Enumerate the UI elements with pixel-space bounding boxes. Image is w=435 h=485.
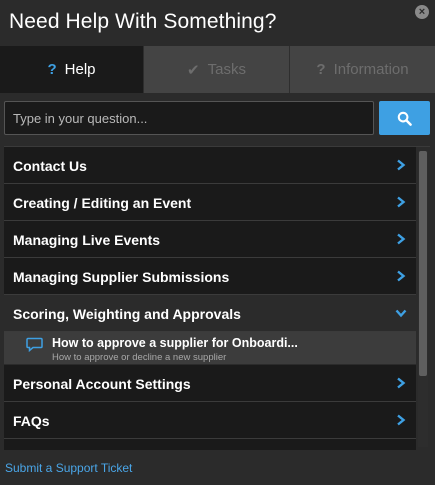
speech-bubble-icon <box>26 337 43 357</box>
topic-managing-live-events[interactable]: Managing Live Events <box>4 221 416 258</box>
help-topics-list: Contact Us Creating / Editing an Event M… <box>4 146 430 450</box>
tab-help[interactable]: ? Help <box>0 46 143 93</box>
article-description: How to approve or decline a new supplier <box>52 352 227 363</box>
topic-personal-account-settings[interactable]: Personal Account Settings <box>4 365 416 402</box>
list-scrollbar[interactable] <box>418 151 428 447</box>
topic-faqs[interactable]: FAQs <box>4 402 416 439</box>
topic-label: Scoring, Weighting and Approvals <box>13 306 241 322</box>
topic-managing-supplier-submissions[interactable]: Managing Supplier Submissions <box>4 258 416 295</box>
panel-header: Need Help With Something? × <box>0 0 435 46</box>
chevron-right-icon <box>386 147 416 183</box>
topic-label: FAQs <box>13 413 50 429</box>
search-button[interactable] <box>379 101 430 135</box>
scrollbar-thumb[interactable] <box>419 151 427 376</box>
topic-label: Managing Live Events <box>13 232 161 248</box>
question-icon: ? <box>316 61 326 78</box>
panel-title: Need Help With Something? <box>9 10 277 33</box>
question-icon: ? <box>47 61 57 78</box>
topic-creating-editing-event[interactable]: Creating / Editing an Event <box>4 184 416 221</box>
topic-label: Personal Account Settings <box>13 376 191 392</box>
topic-contact-us[interactable]: Contact Us <box>4 147 416 184</box>
chevron-right-icon <box>386 221 416 257</box>
topic-label: Contact Us <box>13 158 87 174</box>
topic-label: Creating / Editing an Event <box>13 195 192 211</box>
close-icon[interactable]: × <box>415 5 429 19</box>
tab-information-label: Information <box>333 61 409 78</box>
search-icon <box>397 111 412 126</box>
topic-scoring-weighting-approvals[interactable]: Scoring, Weighting and Approvals <box>4 295 416 332</box>
tab-help-label: Help <box>64 61 96 78</box>
chevron-right-icon <box>386 258 416 294</box>
chevron-right-icon <box>386 184 416 220</box>
topic-label: Managing Supplier Submissions <box>13 269 230 285</box>
article-title: How to approve a supplier for Onboardi..… <box>52 336 298 350</box>
chevron-right-icon <box>386 365 416 401</box>
search-bar <box>4 101 430 135</box>
tab-bar: ? Help ✔ Tasks ? Information <box>0 46 435 93</box>
article-approve-supplier[interactable]: How to approve a supplier for Onboardi..… <box>4 332 416 365</box>
chevron-right-icon <box>386 402 416 438</box>
help-panel: Need Help With Something? × ? Help ✔ Tas… <box>0 0 435 485</box>
tab-tasks[interactable]: ✔ Tasks <box>143 46 289 93</box>
topic-partial-row[interactable] <box>4 439 416 450</box>
tab-information[interactable]: ? Information <box>289 46 435 93</box>
check-icon: ✔ <box>187 61 200 79</box>
tab-tasks-label: Tasks <box>207 61 246 78</box>
submit-support-ticket-link[interactable]: Submit a Support Ticket <box>5 461 132 475</box>
chevron-down-icon <box>386 295 416 331</box>
search-input[interactable] <box>4 101 374 135</box>
